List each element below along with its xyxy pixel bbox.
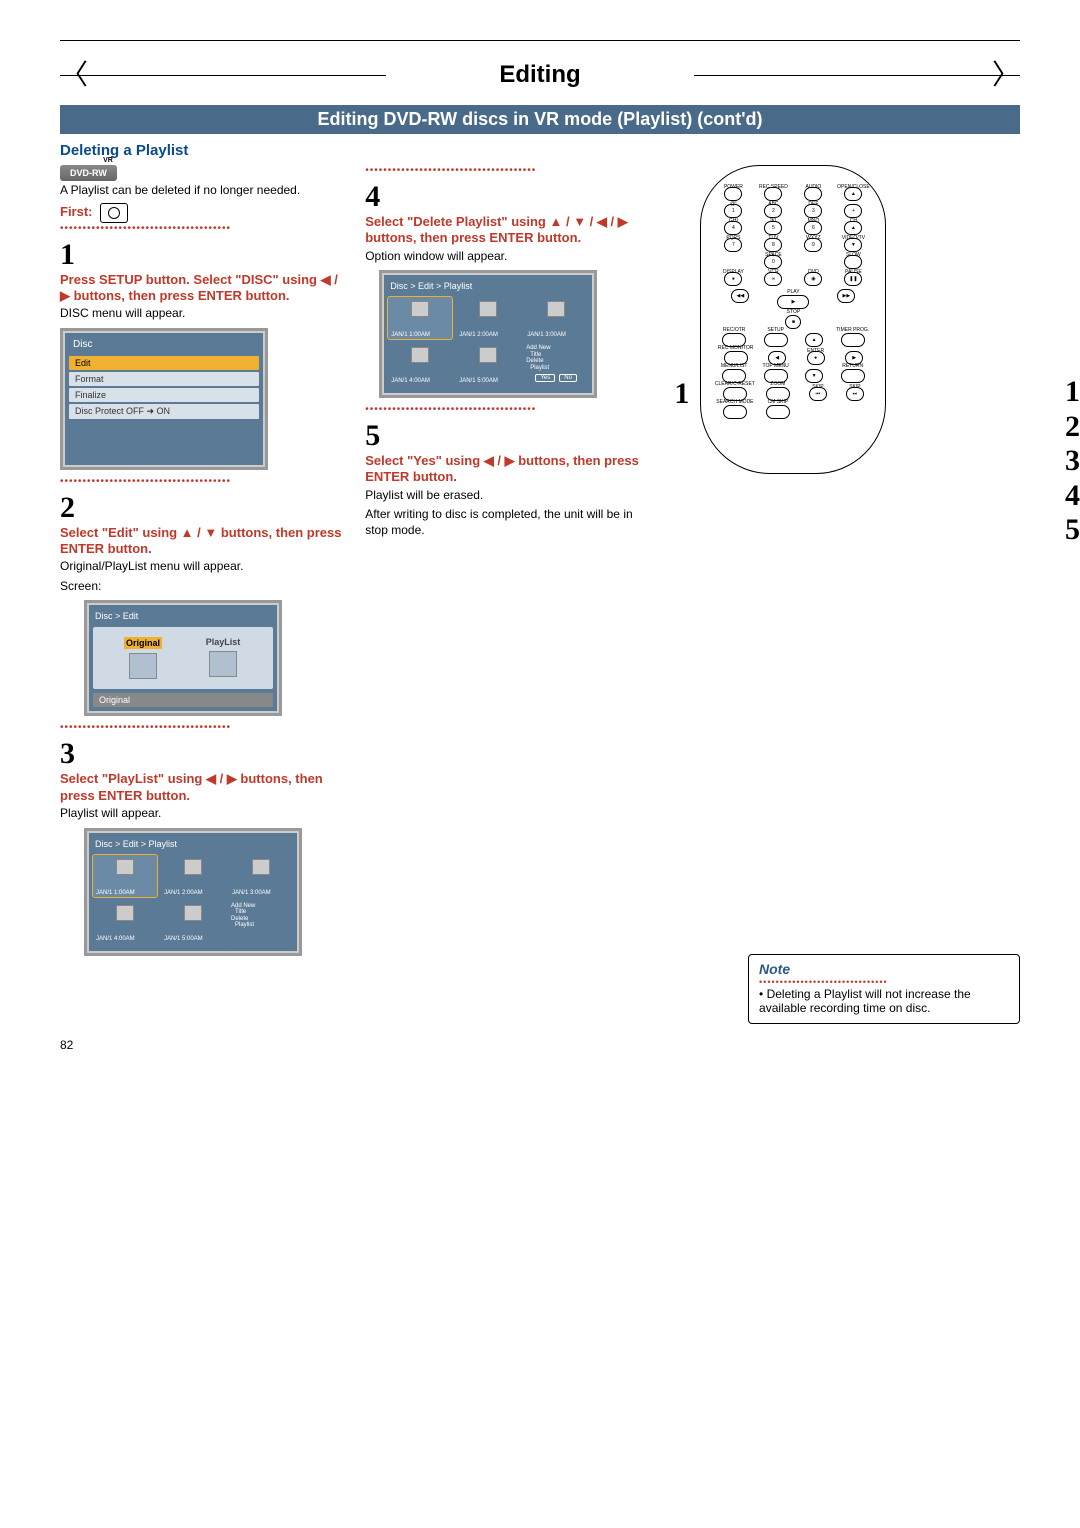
callouts-right: 1 2 3 4 5 [1065, 375, 1080, 548]
edit-cell-original: Original [113, 637, 173, 679]
vr-label: VR [103, 157, 113, 164]
playlist-cell: JAN/1 3:00AM [524, 297, 588, 339]
disc-menu-item: Finalize [69, 388, 259, 402]
step-5-body1: Playlist will be erased. [365, 488, 650, 504]
callout-2: 2 [1065, 410, 1080, 445]
disc-menu-screenshot: Disc Edit Format Finalize Disc Protect O… [60, 328, 268, 470]
display-button: DISPLAY● [724, 272, 742, 286]
playlist-cell: JAN/1 3:00AM [229, 855, 293, 897]
step-4-instruction: Select "Delete Playlist" using ▲ / ▼ / ◀… [365, 214, 650, 247]
step-4-number: 4 [365, 182, 650, 212]
page-title: Editing [60, 61, 1020, 89]
remote-diagram: POWER REC SPEED AUDIO OPEN/CLOSE▲ @!1 AB… [700, 165, 886, 474]
disc-menu-header: Disc [69, 337, 259, 352]
note-text: • Deleting a Playlist will not increase … [759, 987, 1009, 1015]
step-5-instruction: Select "Yes" using ◀ / ▶ buttons, then p… [365, 453, 650, 486]
search-mode-button: SEARCH MODE [723, 405, 747, 419]
callout-5: 5 [1065, 513, 1080, 548]
intro-text: A Playlist can be deleted if no longer n… [60, 183, 345, 199]
step-2-screen-label: Screen: [60, 579, 345, 595]
subtitle-bar: Editing DVD-RW discs in VR mode (Playlis… [60, 105, 1020, 134]
playlist-cell: JAN/1 1:00AM [93, 855, 157, 897]
edit-screen-footer: Original [93, 693, 273, 707]
chevron-right-icon: 〉 [992, 61, 1020, 89]
playlist-cell: JAN/1 4:00AM [93, 901, 157, 943]
step-3-body: Playlist will appear. [60, 806, 345, 822]
page-number: 82 [60, 1038, 1020, 1052]
step-2-body: Original/PlayList menu will appear. [60, 559, 345, 575]
chevron-left-icon: 〈 [60, 61, 88, 89]
dvd-button: DVD◉ [804, 272, 822, 286]
edit-cell-playlist: PlayList [193, 637, 253, 679]
dots-divider: •••••••••••••••••••••••••••••••••••••• [365, 165, 650, 176]
playlist-crumb: Disc > Edit > Playlist [93, 837, 293, 851]
setup-button: SETUP [764, 333, 788, 347]
note-box: Note ••••••••••••••••••••••••••••••• • D… [748, 954, 1020, 1024]
open-close-button: OPEN/CLOSE▲ [844, 187, 862, 201]
stop-button: ■ [785, 315, 801, 329]
enter-button: ENTER● [807, 351, 825, 365]
playlist-cell: JAN/1 1:00AM [388, 297, 452, 339]
step-3-instruction: Select "PlayList" using ◀ / ▶ buttons, t… [60, 771, 345, 804]
rewind-button: ◀◀ [731, 289, 749, 303]
playlist-options: Add New Title Delete Playlist [229, 901, 293, 947]
playlist-cell: JAN/1 4:00AM [388, 343, 452, 385]
column-2: •••••••••••••••••••••••••••••••••••••• 4… [365, 165, 650, 1024]
first-label: First: [60, 204, 93, 219]
section-heading: Deleting a Playlist [60, 142, 1020, 159]
top-rule [60, 40, 1020, 41]
step-4-body: Option window will appear. [365, 249, 650, 265]
dots-divider: •••••••••••••••••••••••••••••••••••••• [60, 476, 345, 487]
vcr-button: VCR∞ [764, 272, 782, 286]
disc-menu-item: Disc Protect OFF ➜ ON [69, 404, 259, 419]
no-button: No [559, 374, 577, 383]
dvd-button-icon [100, 203, 128, 223]
callout-3: 3 [1065, 444, 1080, 479]
note-dots: ••••••••••••••••••••••••••••••• [759, 977, 1009, 987]
step-1-instruction: Press SETUP button. Select "DISC" using … [60, 272, 345, 305]
ffwd-button: ▶▶ [837, 289, 855, 303]
cm-skip-button: CM SKIP [766, 405, 790, 419]
step-1-number: 1 [60, 240, 345, 270]
skip-next-button: SKIP⏭ [846, 387, 864, 401]
playlist-crumb: Disc > Edit > Playlist [388, 279, 588, 293]
callout-left-1: 1 [674, 377, 689, 411]
play-button: ▶ [777, 295, 809, 309]
playlist-screen-2: Disc > Edit > Playlist JAN/1 1:00AM JAN/… [379, 270, 597, 398]
playlist-screen-1: Disc > Edit > Playlist JAN/1 1:00AM JAN/… [84, 828, 302, 956]
yes-button: Yes [535, 374, 555, 383]
playlist-cell: JAN/1 5:00AM [161, 901, 225, 943]
pause-button: PAUSE❚❚ [844, 272, 862, 286]
timer-prog-button: TIMER PROG. [841, 333, 865, 347]
step-5-number: 5 [365, 421, 650, 451]
step-2-number: 2 [60, 493, 345, 523]
playlist-options-confirm: Add New Title Delete Playlist Yes No [524, 343, 588, 389]
step-5-body2: After writing to disc is completed, the … [365, 507, 650, 538]
step-2-instruction: Select "Edit" using ▲ / ▼ buttons, then … [60, 525, 345, 558]
callout-4: 4 [1065, 479, 1080, 514]
dots-divider: •••••••••••••••••••••••••••••••••••••• [60, 223, 345, 234]
note-title: Note [759, 961, 790, 977]
dots-divider: •••••••••••••••••••••••••••••••••••••• [365, 404, 650, 415]
remote-wrapper: 1 POWER REC SPEED AUDIO OPEN/CLOSE▲ @!1 … [700, 165, 1020, 474]
playlist-cell: JAN/1 2:00AM [161, 855, 225, 897]
dvd-rw-badge: VR DVD-RW [60, 165, 117, 181]
callout-1: 1 [1065, 375, 1080, 410]
playlist-cell: JAN/1 2:00AM [456, 297, 520, 339]
disc-menu-item: Edit [69, 356, 259, 370]
num-9: WXYZ9 [804, 238, 822, 252]
column-3: 1 POWER REC SPEED AUDIO OPEN/CLOSE▲ @!1 … [670, 165, 1020, 1024]
dots-divider: •••••••••••••••••••••••••••••••••••••• [60, 722, 345, 733]
step-3-number: 3 [60, 739, 345, 769]
playlist-cell: JAN/1 5:00AM [456, 343, 520, 385]
title-bar: 〈 Editing 〉 [60, 61, 1020, 89]
step-1-body: DISC menu will appear. [60, 306, 345, 322]
column-1: VR DVD-RW A Playlist can be deleted if n… [60, 165, 345, 1024]
skip-prev-button: SKIP⏮ [809, 387, 827, 401]
disc-menu-item: Format [69, 372, 259, 386]
edit-screen-screenshot: Disc > Edit Original PlayList Original [84, 600, 282, 716]
num-7: PQRS7 [724, 238, 742, 252]
edit-screen-crumb: Disc > Edit [93, 609, 273, 623]
badge-text: DVD-RW [70, 168, 107, 178]
